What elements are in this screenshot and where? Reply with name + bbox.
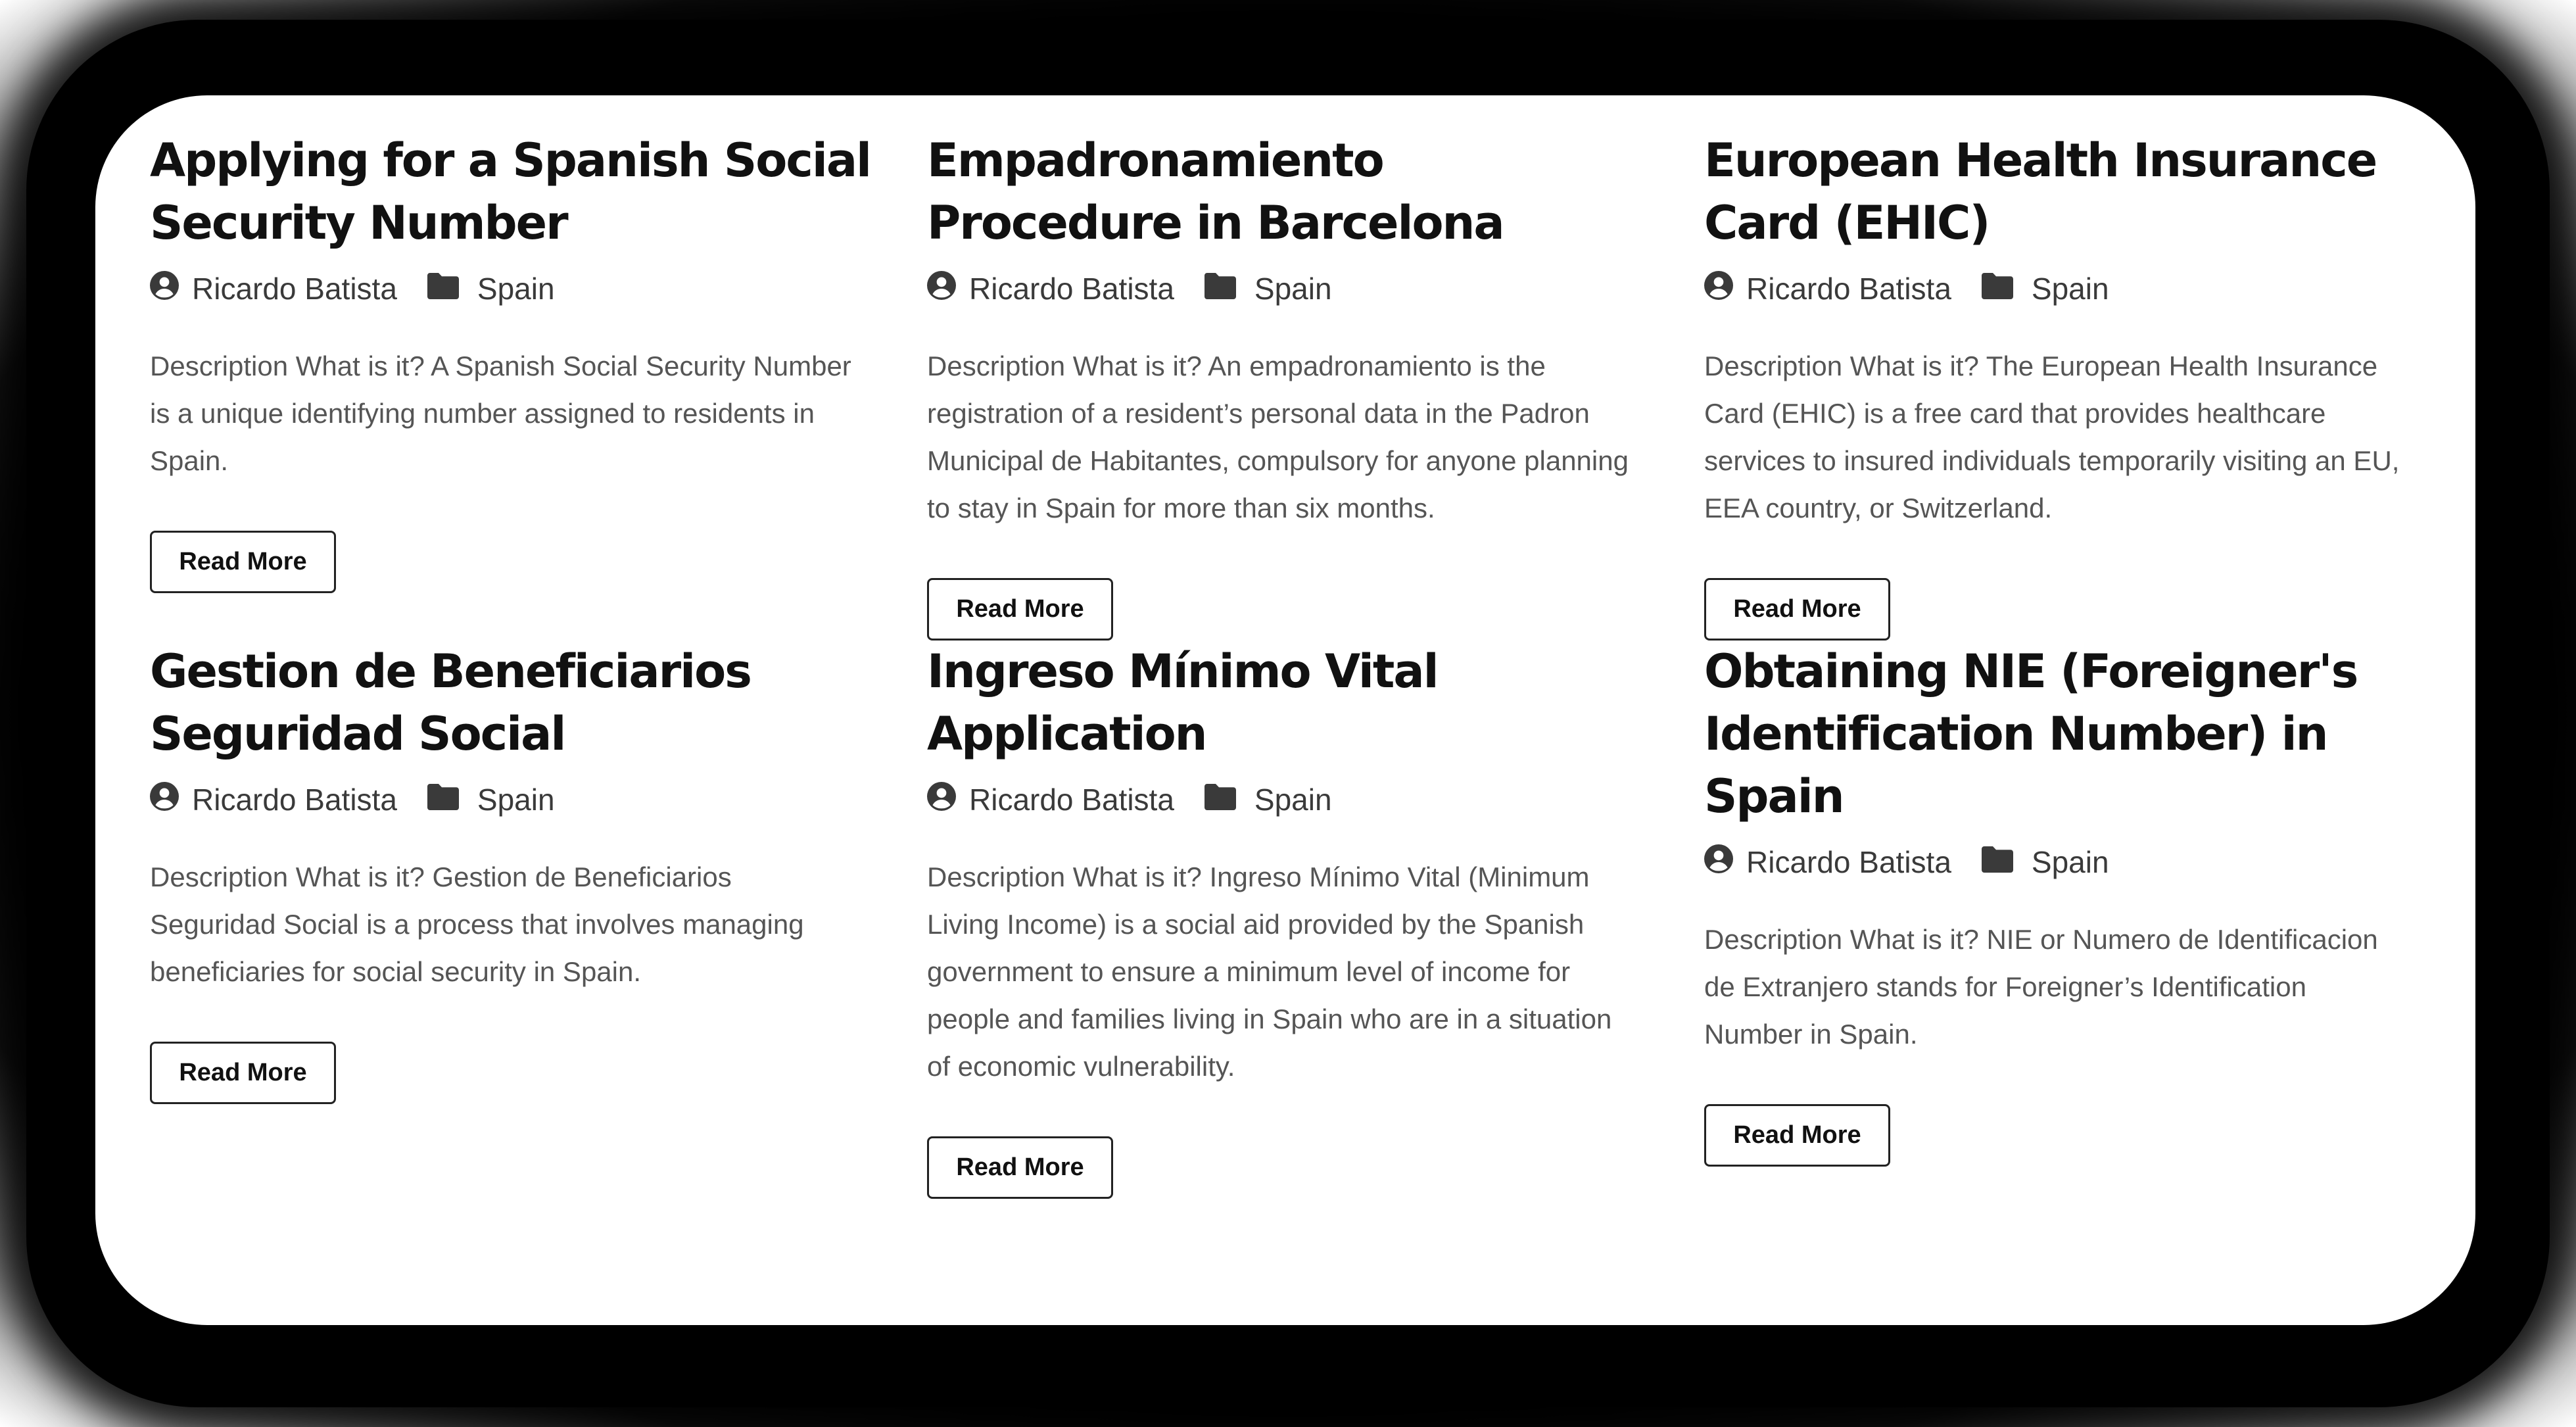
post-category[interactable]: Spain bbox=[2032, 844, 2109, 880]
read-more-button[interactable]: Read More bbox=[1704, 1104, 1890, 1167]
folder-icon bbox=[1204, 782, 1236, 817]
read-more-button[interactable]: Read More bbox=[150, 531, 336, 593]
user-circle-icon bbox=[1704, 270, 1733, 307]
post-author[interactable]: Ricardo Batista bbox=[192, 271, 397, 306]
post-author[interactable]: Ricardo Batista bbox=[969, 782, 1174, 817]
folder-icon bbox=[427, 271, 459, 306]
post-title[interactable]: Obtaining NIE (Foreigner's Identificatio… bbox=[1704, 641, 2427, 828]
post-description: Description What is it? Ingreso Mínimo V… bbox=[927, 861, 1612, 1082]
post-card: Obtaining NIE (Foreigner's Identificatio… bbox=[1704, 641, 2427, 1199]
post-description: Description What is it? A Spanish Social… bbox=[150, 351, 851, 476]
post-meta: Ricardo Batista Spain bbox=[1704, 841, 2427, 883]
post-card: Gestion de Beneficiarios Seguridad Socia… bbox=[150, 641, 873, 1199]
post-card: Ingreso Mínimo Vital Application Ricardo… bbox=[927, 641, 1650, 1199]
post-meta: Ricardo Batista Spain bbox=[150, 268, 873, 310]
post-category[interactable]: Spain bbox=[477, 271, 555, 306]
read-more-button[interactable]: Read More bbox=[1704, 578, 1890, 641]
read-more-button[interactable]: Read More bbox=[150, 1042, 336, 1104]
post-author[interactable]: Ricardo Batista bbox=[1746, 844, 1951, 880]
post-category[interactable]: Spain bbox=[2032, 271, 2109, 306]
post-title[interactable]: Ingreso Mínimo Vital Application bbox=[927, 641, 1650, 765]
post-card: Empadronamiento Procedure in Barcelona R… bbox=[927, 130, 1650, 641]
user-circle-icon bbox=[150, 781, 179, 818]
post-meta: Ricardo Batista Spain bbox=[927, 268, 1650, 310]
post-meta: Ricardo Batista Spain bbox=[150, 779, 873, 821]
user-circle-icon bbox=[1704, 844, 1733, 881]
post-description: Description What is it? An empadronamien… bbox=[927, 351, 1629, 523]
user-circle-icon bbox=[150, 270, 179, 307]
post-description: Description What is it? The European Hea… bbox=[1704, 351, 2400, 523]
post-description: Description What is it? NIE or Numero de… bbox=[1704, 924, 2378, 1050]
read-more-button[interactable]: Read More bbox=[927, 1136, 1113, 1199]
post-author[interactable]: Ricardo Batista bbox=[192, 782, 397, 817]
post-title[interactable]: Empadronamiento Procedure in Barcelona bbox=[927, 130, 1650, 254]
post-category[interactable]: Spain bbox=[1254, 271, 1332, 306]
post-author[interactable]: Ricardo Batista bbox=[1746, 271, 1951, 306]
post-card: European Health Insurance Card (EHIC) Ri… bbox=[1704, 130, 2427, 641]
user-circle-icon bbox=[927, 781, 956, 818]
post-meta: Ricardo Batista Spain bbox=[927, 779, 1650, 821]
folder-icon bbox=[427, 782, 459, 817]
post-meta: Ricardo Batista Spain bbox=[1704, 268, 2427, 310]
posts-panel: Applying for a Spanish Social Security N… bbox=[95, 95, 2475, 1325]
post-title[interactable]: Gestion de Beneficiarios Seguridad Socia… bbox=[150, 641, 873, 765]
post-title[interactable]: Applying for a Spanish Social Security N… bbox=[150, 130, 873, 254]
folder-icon bbox=[1981, 271, 2013, 306]
post-title[interactable]: European Health Insurance Card (EHIC) bbox=[1704, 130, 2427, 254]
post-card: Applying for a Spanish Social Security N… bbox=[150, 130, 873, 641]
folder-icon bbox=[1204, 271, 1236, 306]
post-category[interactable]: Spain bbox=[1254, 782, 1332, 817]
post-author[interactable]: Ricardo Batista bbox=[969, 271, 1174, 306]
posts-grid: Applying for a Spanish Social Security N… bbox=[150, 130, 2425, 1199]
user-circle-icon bbox=[927, 270, 956, 307]
post-category[interactable]: Spain bbox=[477, 782, 555, 817]
read-more-button[interactable]: Read More bbox=[927, 578, 1113, 641]
folder-icon bbox=[1981, 844, 2013, 880]
post-description: Description What is it? Gestion de Benef… bbox=[150, 861, 804, 987]
